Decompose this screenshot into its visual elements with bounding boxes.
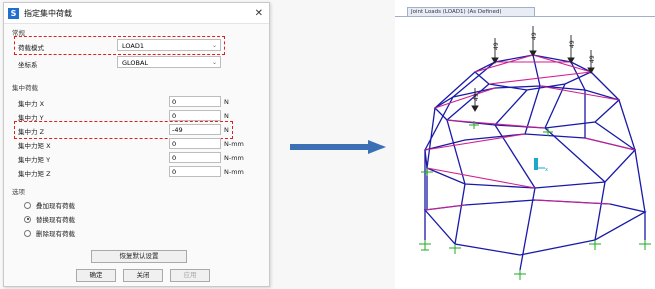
load-value-label: 49 <box>589 55 596 63</box>
apply-button[interactable]: 应用 <box>170 269 210 282</box>
highlight-load-pattern <box>14 36 225 55</box>
radio-delete-existing[interactable]: 删除现有荷载 <box>24 228 75 238</box>
radio-add-existing[interactable]: 叠加现有荷载 <box>24 200 75 210</box>
moment-y-label: 集中力矩 Y <box>18 156 51 164</box>
radio-circle <box>24 229 31 237</box>
radio-circle <box>24 201 31 209</box>
moment-x-unit: N-mm <box>224 140 244 148</box>
force-y-unit: N <box>224 112 229 120</box>
section-options: 选项 <box>12 188 25 196</box>
model-viewer[interactable]: Joint Loads (LOAD1) (As Defined) 49 49 4… <box>395 0 655 289</box>
moment-x-label: 集中力矩 X <box>18 142 51 150</box>
moment-x-input[interactable]: 0 <box>169 138 221 149</box>
radio-replace-existing[interactable]: 替换现有荷载 <box>24 214 75 224</box>
force-x-unit: N <box>224 98 229 106</box>
force-x-label: 集中力 X <box>18 100 45 108</box>
close-button[interactable]: 关闭 <box>123 269 163 282</box>
dialog-titlebar: S 指定集中荷载 ✕ <box>4 3 269 24</box>
axis-triad-icon: x <box>534 158 548 173</box>
moment-z-unit: N-mm <box>224 168 244 176</box>
coord-system-select[interactable]: GLOBAL ⌄ <box>117 56 221 68</box>
moment-z-input[interactable]: 0 <box>169 166 221 177</box>
app-icon: S <box>8 7 19 19</box>
ok-button[interactable]: 确定 <box>76 269 116 282</box>
load-value-label: 49 <box>473 93 480 101</box>
load-value-label: 49 <box>531 32 538 40</box>
force-y-input[interactable]: 0 <box>169 110 221 121</box>
chevron-down-icon: ⌄ <box>211 59 217 66</box>
close-icon[interactable]: ✕ <box>255 8 263 19</box>
moment-y-input[interactable]: 0 <box>169 152 221 163</box>
force-x-input[interactable]: 0 <box>169 96 221 107</box>
dome-structure-drawing: 49 49 49 49 49 x <box>419 26 651 280</box>
moment-y-unit: N-mm <box>224 154 244 162</box>
highlight-force-z <box>14 121 233 139</box>
moment-z-label: 集中力矩 Z <box>18 170 51 178</box>
section-loads: 集中荷载 <box>12 84 38 92</box>
radio-circle-selected <box>24 215 31 223</box>
reset-defaults-button[interactable]: 恢复默认设置 <box>91 250 187 263</box>
load-value-label: 49 <box>493 42 500 50</box>
coord-system-label: 坐标系 <box>18 61 38 69</box>
right-arrow-icon <box>290 140 386 154</box>
dialog-title: 指定集中荷载 <box>24 8 72 18</box>
assign-joint-load-dialog: S 指定集中荷载 ✕ 常规 荷载模式 LOAD1 ⌄ 坐标系 GLOBAL ⌄ 集中… <box>3 2 270 287</box>
load-value-label: 49 <box>569 40 576 48</box>
svg-text:x: x <box>545 167 548 173</box>
